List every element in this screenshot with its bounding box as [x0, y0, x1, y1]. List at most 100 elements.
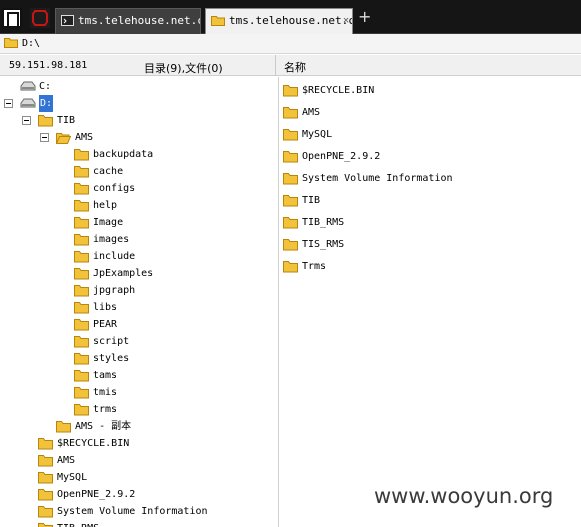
tree-item[interactable]: libs — [0, 299, 278, 316]
tree-item[interactable]: AMS — [0, 452, 278, 469]
tree-item[interactable]: backupdata — [0, 146, 278, 163]
tree-item[interactable]: C: — [0, 78, 278, 95]
tree-item[interactable]: $RECYCLE.BIN — [0, 435, 278, 452]
list-item[interactable]: System Volume Information — [279, 170, 579, 187]
tree-item[interactable]: JpExamples — [0, 265, 278, 282]
list-item[interactable]: Trms — [279, 258, 579, 275]
tree-item-label: TIB_RMS — [57, 520, 99, 527]
folder-icon — [38, 506, 53, 518]
folder-icon — [74, 268, 89, 280]
folder-icon — [283, 173, 298, 185]
tree-item[interactable]: System Volume Information — [0, 503, 278, 520]
new-tab-button[interactable]: + — [358, 9, 371, 25]
collapse-toggle[interactable] — [4, 99, 13, 108]
path-text: D:\ — [22, 38, 41, 49]
tree-item-label: jpgraph — [93, 285, 136, 296]
tree-item[interactable]: script — [0, 333, 278, 350]
tab-bar: tms.telehouse.net.cn tms.telehouse.net.c… — [0, 0, 581, 34]
tree-item-label: include — [93, 251, 136, 262]
folder-icon — [283, 151, 298, 163]
tree-item[interactable]: images — [0, 231, 278, 248]
folder-icon — [74, 217, 89, 229]
folder-icon — [74, 166, 89, 178]
tree-item[interactable]: TIB — [0, 112, 278, 129]
list-item[interactable]: TIB_RMS — [279, 214, 579, 231]
folder-icon — [283, 129, 298, 141]
tree-item[interactable]: AMS - 副本 — [0, 418, 278, 435]
tree-item-label: AMS — [75, 132, 94, 143]
tree-item[interactable]: AMS — [0, 129, 278, 146]
folder-icon — [4, 38, 18, 48]
tree-item-label: System Volume Information — [57, 506, 208, 517]
directory-tree: C: D: TIB AMS backupdata cache configs help Imag… — [0, 77, 278, 527]
folder-icon — [74, 302, 89, 314]
folder-icon — [74, 149, 89, 161]
list-item[interactable]: MySQL — [279, 126, 579, 143]
tree-item[interactable]: jpgraph — [0, 282, 278, 299]
close-icon[interactable]: ✕ — [343, 15, 349, 26]
folder-icon — [283, 261, 298, 273]
tree-item[interactable]: MySQL — [0, 469, 278, 486]
tree-item[interactable]: styles — [0, 350, 278, 367]
item-counts: 目录(9),文件(0) — [144, 62, 223, 75]
list-item-label: OpenPNE_2.9.2 — [302, 151, 381, 162]
name-column-header[interactable]: 名称 — [284, 59, 306, 75]
list-item[interactable]: $RECYCLE.BIN — [279, 82, 579, 99]
tree-item-label: C: — [39, 81, 52, 92]
tab-file-manager[interactable]: tms.telehouse.net.cn ✕ — [205, 8, 353, 34]
tree-item[interactable]: trms — [0, 401, 278, 418]
collapse-toggle[interactable] — [40, 133, 49, 142]
path-bar[interactable]: D:\ — [0, 34, 581, 54]
list-item-label: TIB_RMS — [302, 217, 345, 228]
tree-item[interactable]: PEAR — [0, 316, 278, 333]
folder-icon — [74, 200, 89, 212]
list-item[interactable]: OpenPNE_2.9.2 — [279, 148, 579, 165]
tab-terminal[interactable]: tms.telehouse.net.cn — [55, 8, 201, 34]
tree-item-label: AMS — [57, 455, 76, 466]
drive-icon — [20, 98, 36, 108]
tree-item-label: configs — [93, 183, 136, 194]
tree-item[interactable]: configs — [0, 180, 278, 197]
tree-item-label: backupdata — [93, 149, 154, 160]
tree-item-label: MySQL — [57, 472, 88, 483]
list-item[interactable]: TIS_RMS — [279, 236, 579, 253]
record-icon-button[interactable] — [30, 8, 50, 28]
folder-icon — [38, 438, 53, 450]
tree-item-label: help — [93, 200, 118, 211]
terminal-icon — [61, 15, 74, 26]
tree-item[interactable]: OpenPNE_2.9.2 — [0, 486, 278, 503]
tree-item[interactable]: cache — [0, 163, 278, 180]
tree-item[interactable]: help — [0, 197, 278, 214]
list-item[interactable]: TIB — [279, 192, 579, 209]
tree-item-label: JpExamples — [93, 268, 154, 279]
tree-item-label: tams — [93, 370, 118, 381]
tab-label: tms.telehouse.net.cn — [78, 14, 201, 27]
folder-icon — [74, 285, 89, 297]
collapse-toggle[interactable] — [22, 116, 31, 125]
folder-icon — [38, 523, 53, 527]
tree-item[interactable]: tmis — [0, 384, 278, 401]
tree-item[interactable]: include — [0, 248, 278, 265]
folder-icon — [283, 85, 298, 97]
tree-item-label: D: — [39, 95, 54, 112]
tree-item[interactable]: tams — [0, 367, 278, 384]
server-ip: 59.151.98.181 — [9, 60, 88, 71]
tree-item[interactable]: D: — [0, 95, 278, 112]
tree-item[interactable]: TIB_RMS — [0, 520, 278, 527]
list-item-label: AMS — [302, 107, 321, 118]
drive-icon — [20, 81, 36, 91]
folder-icon — [283, 239, 298, 251]
tree-item-label: trms — [93, 404, 118, 415]
tree-item[interactable]: Image — [0, 214, 278, 231]
folder-icon — [74, 404, 89, 416]
list-item[interactable]: AMS — [279, 104, 579, 121]
list-item-label: TIS_RMS — [302, 239, 345, 250]
folder-icon — [56, 421, 71, 433]
tree-item-label: script — [93, 336, 130, 347]
folder-icon — [38, 489, 53, 501]
folder-icon — [74, 251, 89, 263]
list-item-label: TIB — [302, 195, 321, 206]
folder-icon — [74, 336, 89, 348]
folder-icon — [38, 115, 53, 127]
window-icon-button[interactable] — [2, 8, 22, 28]
